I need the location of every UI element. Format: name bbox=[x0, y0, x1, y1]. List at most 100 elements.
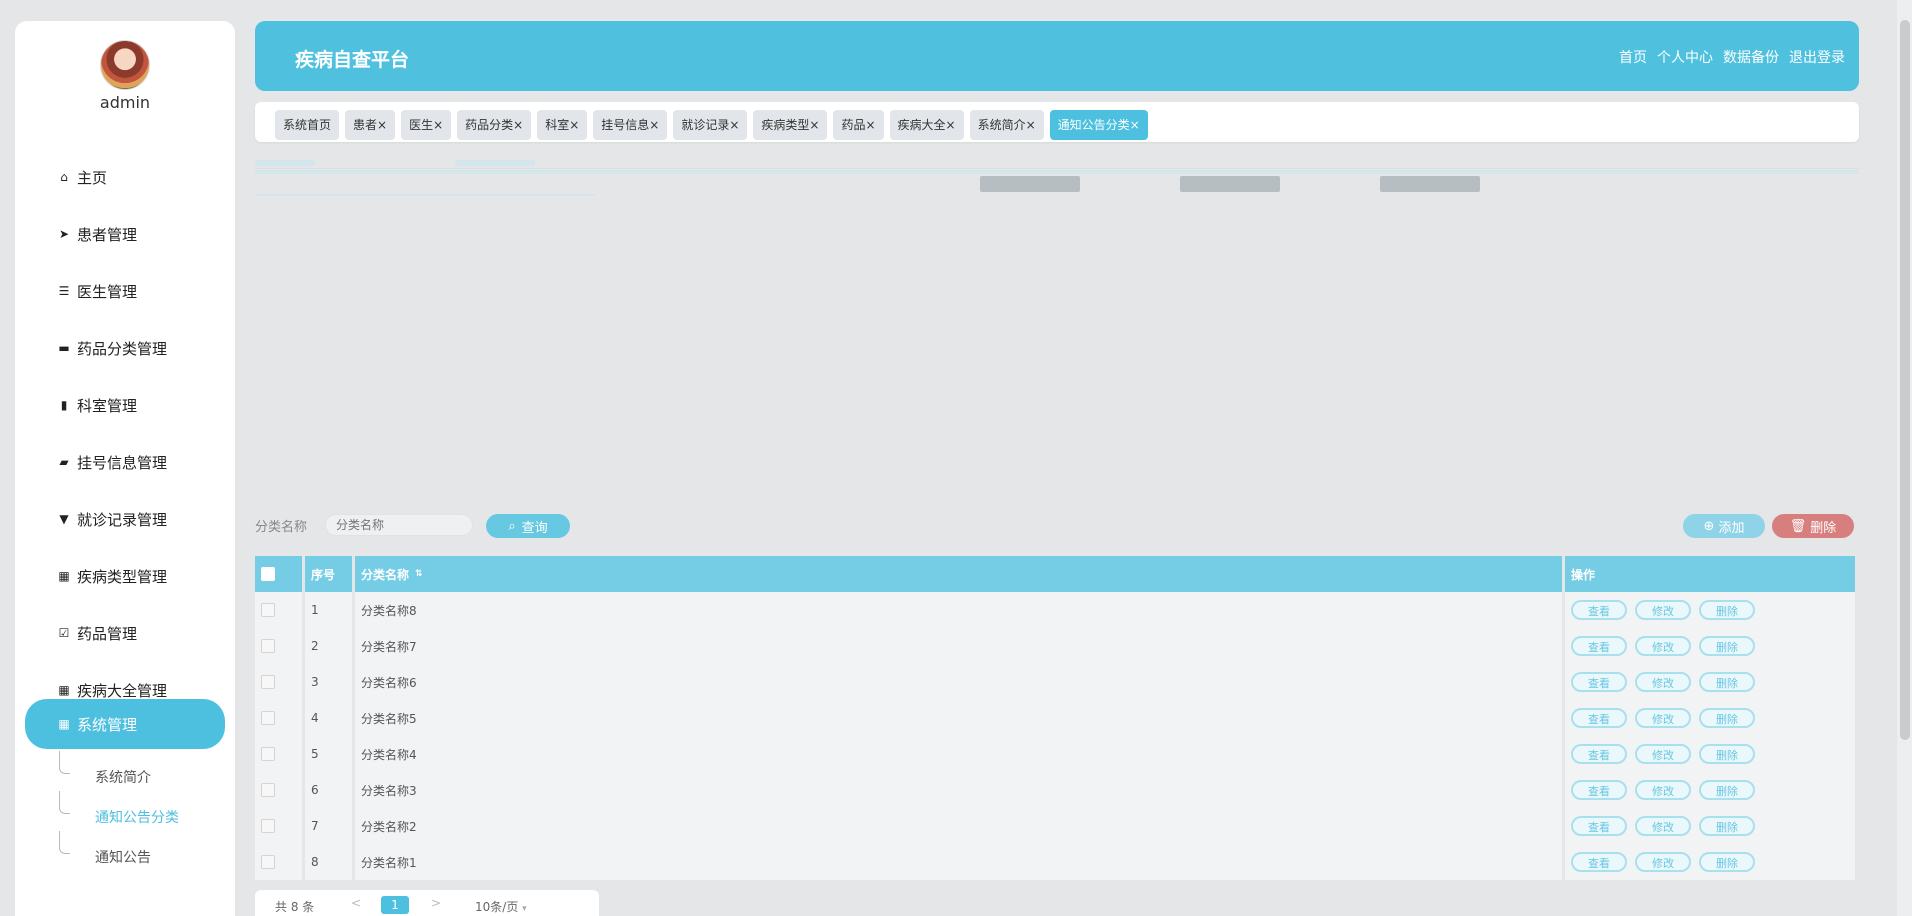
grid-icon: ▦ bbox=[58, 569, 70, 583]
edit-button[interactable]: 修改 bbox=[1635, 708, 1691, 728]
submenu-label: 系统简介 bbox=[95, 770, 151, 786]
edit-button[interactable]: 修改 bbox=[1635, 744, 1691, 764]
delete-button[interactable]: 删除 bbox=[1699, 780, 1755, 800]
avatar[interactable] bbox=[100, 40, 150, 90]
table-row: 8 分类名称1 查看 修改 删除 bbox=[255, 844, 1855, 880]
row-checkbox[interactable] bbox=[261, 819, 275, 833]
delete-button[interactable]: 删除 bbox=[1699, 852, 1755, 872]
row-ops: 查看 修改 删除 bbox=[1565, 808, 1855, 844]
view-button[interactable]: 查看 bbox=[1571, 816, 1627, 836]
table-row: 6 分类名称3 查看 修改 删除 bbox=[255, 772, 1855, 808]
row-name: 分类名称1 bbox=[355, 844, 1565, 880]
tab-registration[interactable]: 挂号信息× bbox=[593, 110, 668, 140]
view-button[interactable]: 查看 bbox=[1571, 708, 1627, 728]
delete-button[interactable]: 删除 bbox=[1699, 600, 1755, 620]
edit-button[interactable]: 修改 bbox=[1635, 672, 1691, 692]
link-logout[interactable]: 退出登录 bbox=[1789, 47, 1845, 67]
view-button[interactable]: 查看 bbox=[1571, 744, 1627, 764]
view-button[interactable]: 查看 bbox=[1571, 852, 1627, 872]
sidebar-item-label: 疾病类型管理 bbox=[77, 567, 168, 586]
view-button[interactable]: 查看 bbox=[1571, 636, 1627, 656]
edit-button[interactable]: 修改 bbox=[1635, 816, 1691, 836]
view-button[interactable]: 查看 bbox=[1571, 780, 1627, 800]
delete-button[interactable]: 删除 bbox=[1699, 744, 1755, 764]
sidebar-item-system[interactable]: ▦ 系统管理 bbox=[25, 699, 225, 749]
ghost-image bbox=[1180, 176, 1280, 192]
tab-departments[interactable]: 科室× bbox=[537, 110, 588, 140]
sidebar-item-doctors[interactable]: ☰ 医生管理 bbox=[25, 271, 225, 311]
sidebar-item-visit-records[interactable]: ▼ 就诊记录管理 bbox=[25, 499, 225, 539]
delete-button[interactable]: 删除 bbox=[1699, 636, 1755, 656]
tab-visit-records[interactable]: 就诊记录× bbox=[673, 110, 748, 140]
sidebar-item-patients[interactable]: ➤ 患者管理 bbox=[25, 214, 225, 254]
ghost-bar bbox=[455, 160, 535, 166]
row-checkbox[interactable] bbox=[261, 603, 275, 617]
sidebar: admin ⌂ 主页 ➤ 患者管理 ☰ 医生管理 ▬ 药品分类管理 ▮ 科室管理… bbox=[15, 21, 235, 916]
row-name: 分类名称7 bbox=[355, 628, 1565, 664]
row-checkbox[interactable] bbox=[261, 639, 275, 653]
sidebar-item-home[interactable]: ⌂ 主页 bbox=[25, 157, 225, 197]
sidebar-item-disease-types[interactable]: ▦ 疾病类型管理 bbox=[25, 556, 225, 596]
tab-disease-types[interactable]: 疾病类型× bbox=[753, 110, 828, 140]
row-checkbox[interactable] bbox=[261, 711, 275, 725]
row-index: 5 bbox=[305, 736, 355, 772]
tree-branch bbox=[59, 751, 70, 774]
sidebar-item-drugs[interactable]: ☑ 药品管理 bbox=[25, 613, 225, 653]
edit-button[interactable]: 修改 bbox=[1635, 600, 1691, 620]
sidebar-item-label: 系统管理 bbox=[77, 715, 138, 734]
tab-drug-category[interactable]: 药品分类× bbox=[457, 110, 532, 140]
next-page-button[interactable]: > bbox=[431, 896, 441, 910]
tab-system-home[interactable]: 系统首页 bbox=[275, 110, 340, 140]
view-button[interactable]: 查看 bbox=[1571, 600, 1627, 620]
row-index: 3 bbox=[305, 664, 355, 700]
scrollbar-thumb[interactable] bbox=[1900, 20, 1910, 740]
tab-doctors[interactable]: 医生× bbox=[401, 110, 452, 140]
page-scrollbar[interactable] bbox=[1897, 0, 1912, 916]
submenu-item-system-intro[interactable]: 系统简介 bbox=[55, 751, 151, 787]
row-ops: 查看 修改 删除 bbox=[1565, 772, 1855, 808]
sidebar-item-departments[interactable]: ▮ 科室管理 bbox=[25, 385, 225, 425]
view-button[interactable]: 查看 bbox=[1571, 672, 1627, 692]
tree-branch bbox=[59, 791, 70, 814]
edit-button[interactable]: 修改 bbox=[1635, 636, 1691, 656]
row-checkbox[interactable] bbox=[261, 675, 275, 689]
sidebar-item-label: 科室管理 bbox=[77, 396, 138, 415]
sidebar-item-registration[interactable]: ▰ 挂号信息管理 bbox=[25, 442, 225, 482]
tab-drugs[interactable]: 药品× bbox=[833, 110, 884, 140]
ghost-bar bbox=[255, 194, 595, 196]
row-checkbox[interactable] bbox=[261, 855, 275, 869]
edit-button[interactable]: 修改 bbox=[1635, 780, 1691, 800]
link-profile[interactable]: 个人中心 bbox=[1657, 47, 1713, 67]
submenu-item-notice[interactable]: 通知公告 bbox=[55, 831, 151, 867]
sort-icon[interactable]: ⇅ bbox=[415, 569, 423, 579]
page-number-current[interactable]: 1 bbox=[381, 896, 409, 914]
header-name[interactable]: 分类名称 ⇅ bbox=[355, 556, 1565, 592]
delete-button[interactable]: 删除 bbox=[1699, 672, 1755, 692]
sidebar-item-drug-category[interactable]: ▬ 药品分类管理 bbox=[25, 328, 225, 368]
bulk-delete-button[interactable]: 🗑 删除 bbox=[1772, 514, 1854, 538]
tab-patients[interactable]: 患者× bbox=[345, 110, 396, 140]
link-home[interactable]: 首页 bbox=[1619, 47, 1647, 67]
submenu-item-notice-category[interactable]: 通知公告分类 bbox=[55, 791, 179, 827]
row-checkbox-cell bbox=[255, 808, 305, 844]
link-backup[interactable]: 数据备份 bbox=[1723, 47, 1779, 67]
tab-disease-encyclopedia[interactable]: 疾病大全× bbox=[889, 110, 964, 140]
sidebar-item-label: 挂号信息管理 bbox=[77, 453, 168, 472]
delete-button[interactable]: 删除 bbox=[1699, 816, 1755, 836]
prev-page-button[interactable]: < bbox=[351, 896, 361, 910]
page-size-select[interactable]: 10条/页 ▾ bbox=[475, 898, 527, 915]
edit-button[interactable]: 修改 bbox=[1635, 852, 1691, 872]
row-checkbox[interactable] bbox=[261, 747, 275, 761]
search-button[interactable]: ⌕ 查询 bbox=[486, 514, 570, 538]
select-all-checkbox[interactable] bbox=[261, 567, 275, 581]
row-ops: 查看 修改 删除 bbox=[1565, 736, 1855, 772]
add-button[interactable]: ⊕ 添加 bbox=[1683, 514, 1765, 538]
tab-notice-category[interactable]: 通知公告分类× bbox=[1049, 110, 1148, 140]
row-index: 6 bbox=[305, 772, 355, 808]
category-name-input[interactable] bbox=[325, 514, 473, 536]
row-checkbox-cell bbox=[255, 592, 305, 628]
delete-button[interactable]: 删除 bbox=[1699, 708, 1755, 728]
row-checkbox[interactable] bbox=[261, 783, 275, 797]
tab-system-intro[interactable]: 系统简介× bbox=[969, 110, 1044, 140]
ghost-bar bbox=[255, 170, 1859, 174]
